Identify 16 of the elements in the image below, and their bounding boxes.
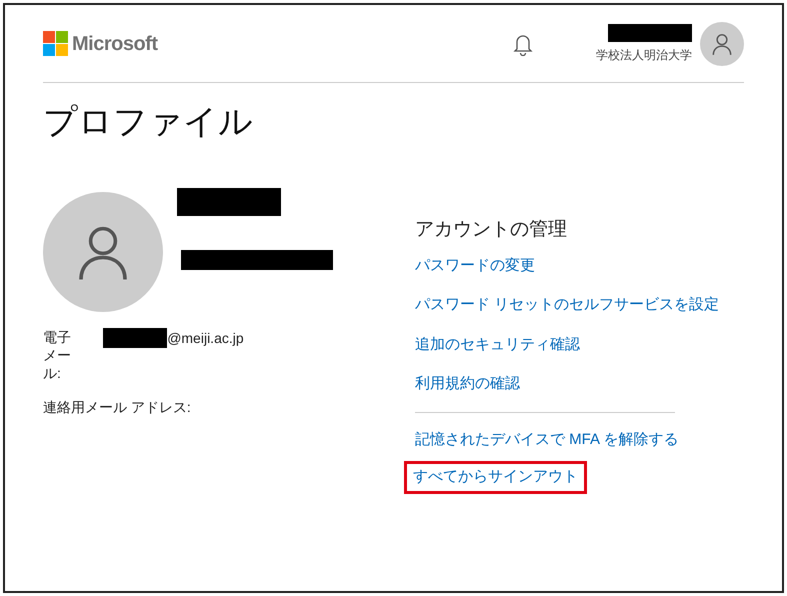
account-link[interactable]: 追加のセキュリティ確認 (415, 330, 580, 360)
redaction-bar (103, 328, 168, 348)
account-link[interactable]: 記憶されたデバイスで MFA を解除する (415, 424, 678, 455)
account-link[interactable]: すべてからサインアウト (407, 464, 584, 490)
logo-icon (43, 31, 68, 56)
brand-name: Microsoft (72, 32, 158, 56)
account-avatar[interactable] (700, 22, 744, 66)
page-title: プロファイル (43, 102, 254, 143)
account-link[interactable]: パスワードの変更 (415, 250, 535, 281)
account-link[interactable]: 利用規約の確認 (415, 369, 520, 400)
email-domain: @meiji.ac.jp (167, 328, 244, 348)
organization-name: 学校法人明治大学 (596, 46, 692, 64)
contact-email-label: 連絡用メール アドレス: (43, 398, 192, 417)
account-link[interactable]: パスワード リセットのセルフサービスを設定 (415, 290, 720, 320)
email-label: 電子メール: (43, 328, 72, 383)
section-heading: アカウントの管理 (415, 218, 568, 242)
